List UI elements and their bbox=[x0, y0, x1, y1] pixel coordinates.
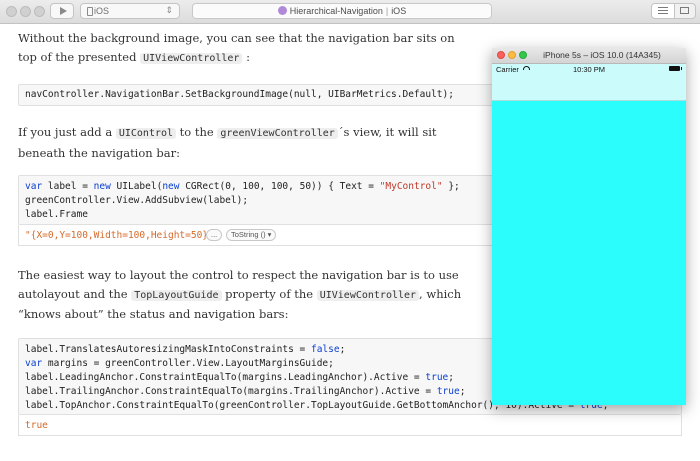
window-toolbar: iOS ⇕ Hierarchical-Navigation | iOS bbox=[0, 0, 700, 24]
more-options-button[interactable]: ... bbox=[206, 229, 223, 241]
minimize-window-button[interactable] bbox=[20, 6, 31, 17]
result-value: true bbox=[25, 420, 48, 431]
list-icon bbox=[658, 7, 668, 8]
target-selector[interactable]: iOS ⇕ bbox=[80, 3, 180, 19]
result-value: "{X=0,Y=100,Width=100,Height=50}" bbox=[25, 230, 214, 241]
zoom-window-button[interactable] bbox=[34, 6, 45, 17]
panel-icon bbox=[680, 7, 689, 14]
tostring-dropdown[interactable]: ToString () ▾ bbox=[226, 229, 277, 241]
code-line: var margins = greenController.View.Layou… bbox=[25, 358, 334, 369]
status-time: 10:30 PM bbox=[572, 65, 606, 74]
target-label: iOS bbox=[94, 6, 110, 16]
document-platform: iOS bbox=[391, 6, 407, 16]
inline-code: UIControl bbox=[115, 128, 177, 139]
toggle-panel-button[interactable] bbox=[674, 3, 696, 19]
inline-code: TopLayoutGuide bbox=[131, 289, 222, 301]
paragraph-3: The easiest way to layout the control to… bbox=[18, 268, 462, 321]
code-line: label.TranslatesAutoresizingMaskIntoCons… bbox=[25, 344, 346, 355]
code-line: var label = new UILabel(new CGRect(0, 10… bbox=[25, 181, 460, 192]
code-line: label.LeadingAnchor.ConstraintEqualTo(ma… bbox=[25, 372, 454, 383]
document-title-field: Hierarchical-Navigation | iOS bbox=[192, 3, 492, 19]
workbook-icon bbox=[277, 6, 287, 15]
document-name: Hierarchical-Navigation bbox=[289, 6, 383, 16]
simulator-window: iPhone 5s – iOS 10.0 (14A345) Carrier 10… bbox=[492, 48, 686, 405]
result-cell-3: true bbox=[18, 415, 682, 436]
code-line: navController.NavigationBar.SetBackgroun… bbox=[25, 89, 454, 100]
simulator-close-button[interactable] bbox=[497, 51, 505, 59]
toggle-sidebar-button[interactable] bbox=[651, 3, 675, 19]
simulator-screen[interactable]: Carrier 10:30 PM bbox=[492, 64, 686, 405]
device-icon bbox=[87, 7, 93, 16]
run-button[interactable] bbox=[50, 3, 74, 19]
inline-code: UIViewController bbox=[316, 289, 420, 301]
simulator-titlebar: iPhone 5s – iOS 10.0 (14A345) bbox=[492, 48, 686, 64]
code-line: label.Frame bbox=[25, 209, 88, 220]
code-line: greenController.View.AddSubview(label); bbox=[25, 195, 249, 206]
paragraph-1: Without the background image, you can se… bbox=[18, 31, 455, 64]
navigation-bar: Carrier 10:30 PM bbox=[492, 64, 686, 101]
inline-code: greenViewController bbox=[217, 128, 338, 139]
simulator-minimize-button[interactable] bbox=[508, 51, 516, 59]
play-icon bbox=[60, 7, 67, 15]
chevron-updown-icon: ⇕ bbox=[165, 5, 173, 15]
code-line: label.TrailingAnchor.ConstraintEqualTo(m… bbox=[25, 386, 466, 397]
paragraph-2: If you just add a UIControl to the green… bbox=[18, 125, 437, 160]
simulator-title: iPhone 5s – iOS 10.0 (14A345) bbox=[543, 50, 661, 60]
close-window-button[interactable] bbox=[6, 6, 17, 17]
inline-code: UIViewController bbox=[140, 52, 243, 64]
title-separator: | bbox=[385, 6, 389, 16]
battery-icon bbox=[669, 66, 682, 71]
